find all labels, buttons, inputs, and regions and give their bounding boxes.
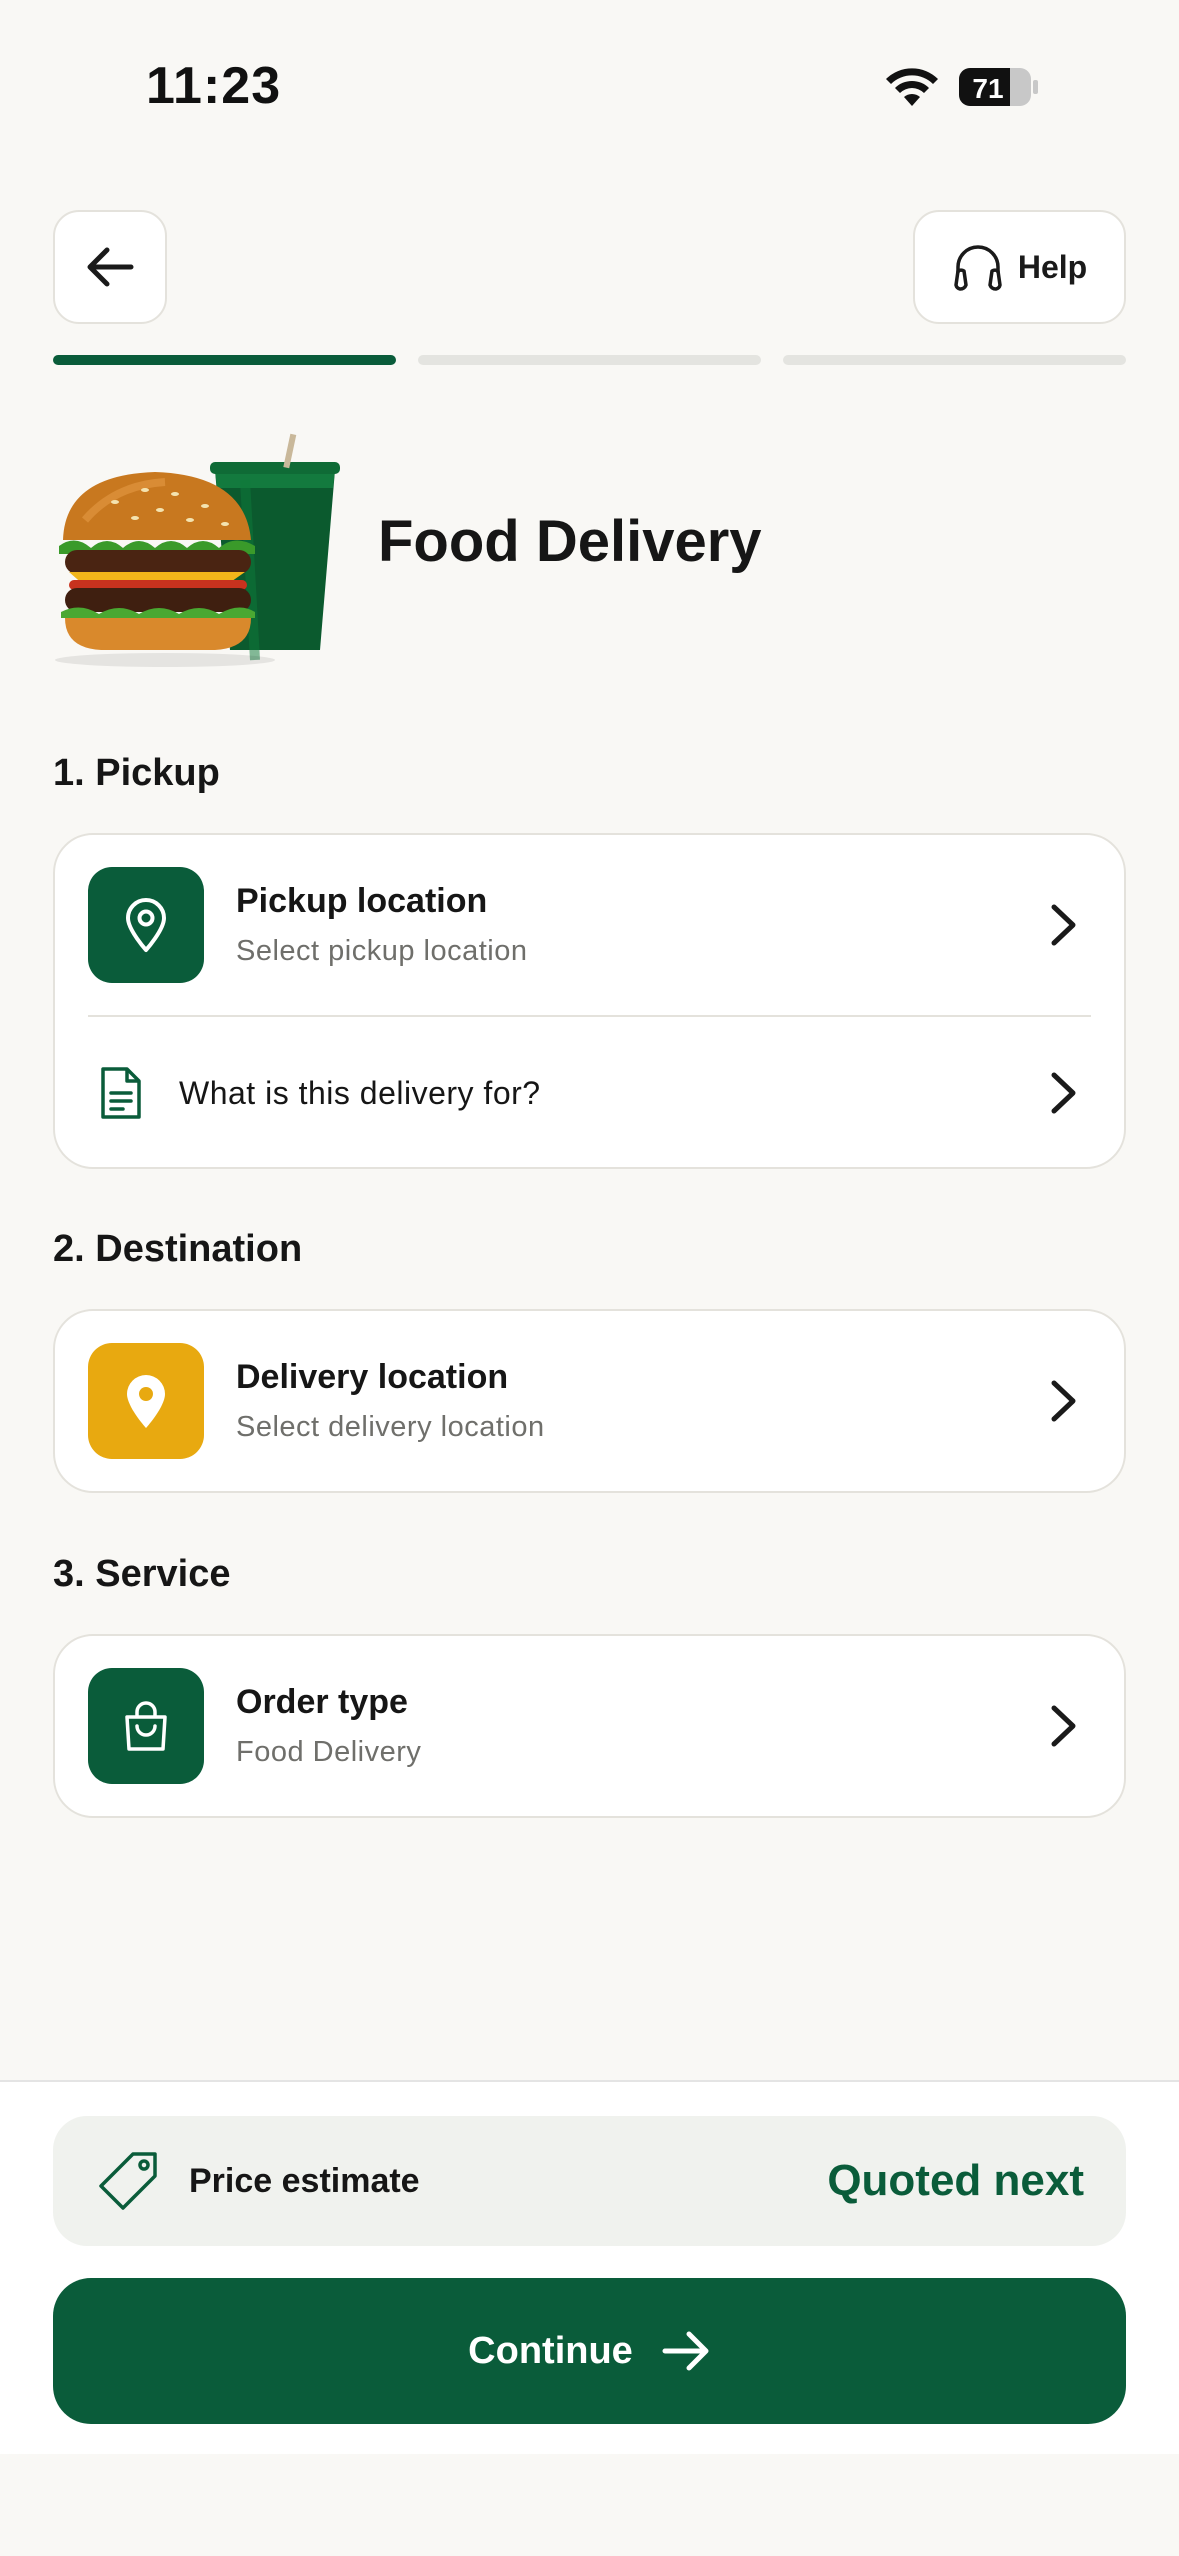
page-title: Food Delivery [378,509,762,574]
order-type-row[interactable]: Order type Food Delivery [55,1636,1124,1816]
section-heading-destination: 2. Destination [53,1228,303,1270]
price-estimate-value: Quoted next [827,2156,1084,2205]
price-estimate-box: Price estimate Quoted next [53,2116,1126,2246]
continue-label: Continue [468,2329,633,2372]
progress-step-3 [783,355,1126,365]
chevron-right-icon [1051,1380,1076,1422]
status-bar: 11:23 71 [0,0,1179,170]
wifi-icon [886,68,938,106]
help-label: Help [1017,248,1088,285]
arrow-right-icon [662,2331,709,2371]
section-heading-pickup: 1. Pickup [53,752,220,794]
pickup-location-subtitle: Select pickup location [236,935,528,967]
burger-and-drink-image [55,433,340,667]
chevron-right-icon [1051,904,1076,946]
delivery-location-tile [88,1343,204,1459]
continue-button[interactable]: Continue [53,2278,1126,2424]
step-progress [53,355,1126,365]
delivery-location-row[interactable]: Delivery location Select delivery locati… [55,1311,1124,1491]
pickup-card: Pickup location Select pickup location W… [53,833,1126,1169]
delivery-location-title: Delivery location [236,1358,509,1396]
shopping-bag-icon [125,1701,167,1751]
order-type-title: Order type [236,1683,408,1721]
chevron-right-icon [1051,1705,1076,1747]
delivery-purpose-label: What is this delivery for? [179,1074,541,1111]
delivery-purpose-row[interactable]: What is this delivery for? [55,1017,1124,1169]
pickup-location-row[interactable]: Pickup location Select pickup location [55,835,1124,1015]
price-tag-icon [99,2152,157,2210]
order-type-tile [88,1668,204,1784]
bottom-panel: Price estimate Quoted next Continue [0,2080,1179,2454]
pickup-location-tile [88,867,204,983]
help-button[interactable]: Help [913,210,1126,324]
pickup-location-title: Pickup location [236,882,488,920]
map-pin-filled-icon [127,1375,165,1428]
progress-step-2 [418,355,761,365]
headphones-icon [954,245,1002,291]
back-button[interactable] [53,210,167,324]
section-heading-service: 3. Service [53,1553,231,1595]
status-time: 11:23 [146,57,282,115]
order-type-subtitle: Food Delivery [236,1736,422,1768]
battery-level: 71 [972,73,1003,104]
chevron-right-icon [1051,1072,1076,1114]
delivery-location-subtitle: Select delivery location [236,1411,545,1443]
price-estimate-label: Price estimate [189,2161,420,2200]
map-pin-icon [126,898,166,952]
service-card: Order type Food Delivery [53,1634,1126,1818]
document-icon [101,1067,141,1119]
destination-card: Delivery location Select delivery locati… [53,1309,1126,1493]
progress-step-1 [53,355,396,365]
arrow-left-icon [87,247,134,287]
battery-icon: 71 [959,68,1038,106]
